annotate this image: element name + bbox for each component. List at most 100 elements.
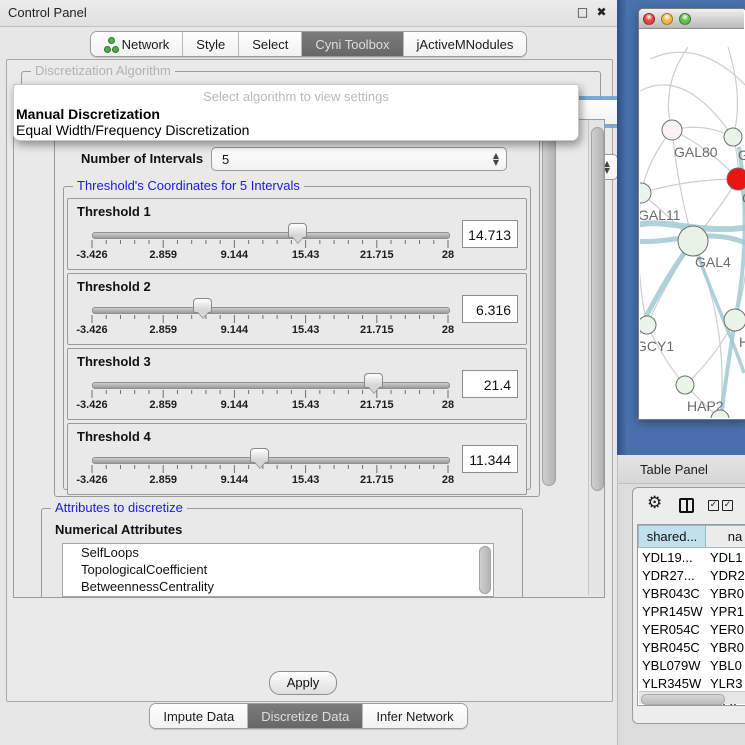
slider-track[interactable] bbox=[92, 382, 450, 389]
outer-scrollbar-track[interactable] bbox=[588, 120, 604, 595]
network-window-titlebar[interactable] bbox=[639, 9, 744, 29]
tab-cyni-toolbox[interactable]: Cyni Toolbox bbox=[302, 32, 403, 56]
network-node-gal80[interactable] bbox=[662, 120, 682, 140]
tab-network[interactable]: Network bbox=[91, 32, 184, 56]
threshold-value-field[interactable]: 14.713 bbox=[462, 220, 518, 248]
mac-zoom-button[interactable] bbox=[679, 13, 691, 25]
tick-label: 28 bbox=[442, 399, 454, 411]
attributes-group: Attributes to discretize Numerical Attri… bbox=[41, 508, 523, 598]
column-header-name[interactable]: na bbox=[705, 525, 745, 548]
tick-label: 28 bbox=[442, 324, 454, 336]
cell-shared-name: YBR045C bbox=[642, 640, 704, 655]
bottom-tabbar: Impute Data Discretize DataInfer Network bbox=[0, 703, 617, 729]
tab-impute-data[interactable]: Impute Data bbox=[150, 704, 248, 728]
slider-thumb[interactable] bbox=[288, 223, 307, 238]
threshold-value-field[interactable]: 21.4 bbox=[462, 370, 518, 398]
table-row[interactable]: YPR145WYPR1 bbox=[638, 604, 745, 622]
apply-button[interactable]: Apply bbox=[269, 671, 337, 695]
network-node-gcy1[interactable] bbox=[640, 316, 656, 334]
cell-shared-name: YDL19... bbox=[642, 550, 704, 565]
table-row[interactable]: YER054CYER0 bbox=[638, 622, 745, 640]
tick-label: 15.43 bbox=[292, 249, 320, 261]
threshold-value-field[interactable]: 11.344 bbox=[462, 445, 518, 473]
slider-thumb[interactable] bbox=[193, 298, 212, 313]
outer-scrollbar-thumb[interactable] bbox=[591, 127, 604, 491]
network-node-h[interactable] bbox=[724, 309, 745, 331]
attributes-group-label: Attributes to discretize bbox=[51, 501, 187, 515]
threshold-panel: Threshold 4-3.4262.8599.14415.4321.71528… bbox=[67, 423, 527, 495]
tick-label: -3.426 bbox=[76, 399, 107, 411]
network-edge bbox=[641, 179, 738, 193]
threshold-value-field[interactable]: 6.316 bbox=[462, 295, 518, 323]
number-of-intervals-value: 5 bbox=[222, 152, 229, 167]
network-node-c[interactable] bbox=[727, 168, 745, 190]
cell-name: YPR1 bbox=[710, 604, 745, 619]
slider-track[interactable] bbox=[92, 232, 450, 239]
algorithm-option[interactable]: Manual Discretization bbox=[16, 106, 576, 123]
network-node-hap2[interactable] bbox=[676, 376, 694, 394]
node-label: GAL80 bbox=[674, 144, 718, 160]
slider-ticks bbox=[68, 240, 458, 250]
combo-arrows-icon: ▲▼ bbox=[493, 152, 499, 166]
table-row[interactable]: YDL19... YDL1 bbox=[638, 550, 745, 568]
numerical-attributes-list[interactable]: SelfLoopsTopologicalCoefficientBetweenne… bbox=[62, 543, 494, 597]
list-vertical-scrollbar[interactable] bbox=[479, 546, 491, 594]
column-header-shared-name[interactable]: shared... bbox=[638, 525, 706, 548]
attribute-item[interactable]: SelfLoops bbox=[63, 544, 493, 561]
tab-infer-network[interactable]: Infer Network bbox=[363, 704, 466, 728]
attribute-item[interactable]: TopologicalCoefficient bbox=[63, 561, 493, 578]
attribute-item[interactable]: BetweennessCentrality bbox=[63, 578, 493, 595]
cell-shared-name: YBL079W bbox=[642, 658, 704, 673]
mac-minimize-button[interactable] bbox=[661, 13, 673, 25]
tick-label: 21.715 bbox=[360, 324, 394, 336]
gear-icon[interactable]: ⚙ bbox=[647, 495, 662, 512]
slider-thumb[interactable] bbox=[250, 448, 269, 463]
cell-name: YLR3 bbox=[710, 676, 745, 691]
table-row[interactable]: YBR045CYBR0 bbox=[638, 640, 745, 658]
checkbox-icon[interactable]: ✓ bbox=[722, 500, 733, 511]
slider-ticks bbox=[68, 390, 458, 400]
table-horizontal-scrollbar[interactable] bbox=[639, 691, 745, 704]
table-row[interactable]: YBR043CYBR0 bbox=[638, 586, 745, 604]
checkbox-icon[interactable]: ✓ bbox=[708, 500, 719, 511]
tick-label: 9.144 bbox=[221, 474, 249, 486]
table-row[interactable]: YDR27...YDR2 bbox=[638, 568, 745, 586]
mac-close-button[interactable] bbox=[643, 13, 655, 25]
number-of-intervals-combobox[interactable]: 5 ▲▼ bbox=[211, 147, 507, 171]
network-edge bbox=[641, 130, 672, 193]
slider-thumb[interactable] bbox=[364, 373, 383, 388]
control-panel: Control Panel □ ✖ NetworkStyleSelectCyni… bbox=[0, 0, 618, 745]
tab-label: Select bbox=[252, 37, 288, 52]
cell-name: YDL1 bbox=[710, 550, 745, 565]
tab-style[interactable]: Style bbox=[183, 32, 239, 56]
network-canvas[interactable]: GAL80GACGAL11GAL4GCY1HHAP2 bbox=[640, 29, 745, 418]
threshold-label: Threshold 1 bbox=[77, 204, 151, 219]
tick-label: -3.426 bbox=[76, 474, 107, 486]
show-columns-icon[interactable] bbox=[679, 498, 694, 513]
tab-discretize-data[interactable]: Discretize Data bbox=[248, 704, 363, 728]
network-node-gal4[interactable] bbox=[678, 226, 708, 256]
table-row[interactable]: YBL079WYBL0 bbox=[638, 658, 745, 676]
close-icon[interactable]: ✖ bbox=[593, 4, 610, 21]
tab-jactivemnodules[interactable]: jActiveMNodules bbox=[404, 32, 527, 56]
tick-label: 9.144 bbox=[221, 324, 249, 336]
float-window-icon[interactable]: □ bbox=[574, 4, 591, 21]
table-hscrollbar-thumb[interactable] bbox=[641, 694, 725, 705]
cyni-toolbox-panel: Discretization Algorithm ▲▼ Table Data g… bbox=[6, 59, 613, 702]
algorithm-option[interactable]: Equal Width/Frequency Discretization bbox=[16, 122, 576, 139]
tab-label: Network bbox=[122, 37, 170, 52]
inner-vertical-scrollbar[interactable] bbox=[542, 136, 556, 486]
table-panel-titlebar: Table Panel bbox=[618, 455, 745, 484]
discretization-algorithm-label: Discretization Algorithm bbox=[31, 64, 175, 78]
tick-label: -3.426 bbox=[76, 324, 107, 336]
tick-label: 2.859 bbox=[149, 399, 177, 411]
slider-ticks bbox=[68, 315, 458, 325]
network-view-window: GAL80GACGAL11GAL4GCY1HHAP2 bbox=[638, 8, 745, 420]
tab-select[interactable]: Select bbox=[239, 32, 302, 56]
tab-label: Impute Data bbox=[163, 709, 234, 724]
slider-track[interactable] bbox=[92, 307, 450, 314]
cell-shared-name: YLR345W bbox=[642, 676, 704, 691]
slider-track[interactable] bbox=[92, 457, 450, 464]
threshold-panel: Threshold 1-3.4262.8599.14415.4321.71528… bbox=[67, 198, 527, 270]
network-node-ga[interactable] bbox=[724, 128, 742, 146]
